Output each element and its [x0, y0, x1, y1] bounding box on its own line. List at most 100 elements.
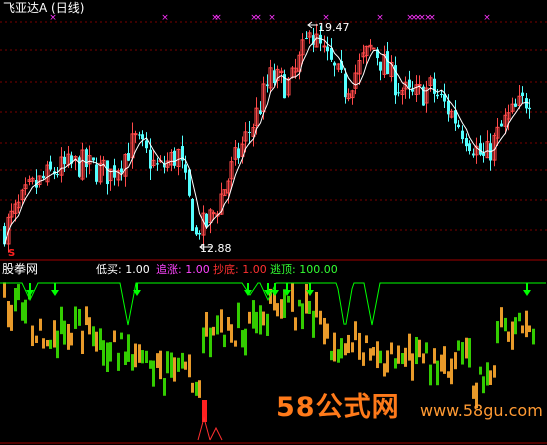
- indicator-bar: [117, 352, 120, 371]
- candle-body-down: [479, 143, 482, 155]
- indicator-bar: [315, 291, 318, 318]
- indicator-bar: [511, 321, 514, 350]
- indicator-bar: [106, 342, 109, 372]
- indicator-bar: [394, 358, 397, 369]
- candle-body-down: [248, 131, 251, 133]
- indicator-bar: [42, 338, 45, 349]
- candle-body-down: [138, 134, 141, 136]
- candle-body-down: [184, 164, 187, 173]
- indicator-bar: [252, 300, 255, 329]
- indicator-bar: [10, 304, 13, 331]
- high-price-annotation: 19.47: [318, 21, 350, 34]
- candle-body-down: [156, 163, 159, 165]
- indicator-bar: [429, 364, 432, 386]
- indicator-bar: [354, 321, 357, 341]
- indicator-bar: [323, 317, 326, 345]
- indicator-bar: [99, 328, 102, 351]
- indicator-bar: [234, 340, 237, 347]
- indicator-bar: [465, 337, 468, 359]
- indicator-bar: [266, 313, 269, 336]
- candle-body-down: [191, 198, 194, 231]
- indicator-bar: [337, 349, 340, 363]
- indicator-bar: [188, 354, 191, 378]
- indicator-bar: [159, 350, 162, 380]
- candle-body-down: [411, 89, 414, 92]
- watermark-brand: 58公式网: [276, 392, 400, 423]
- indicator-bar: [177, 357, 180, 372]
- indicator-bar: [31, 325, 34, 347]
- indicator-bar: [457, 340, 460, 351]
- indicator-bar: [85, 306, 88, 326]
- candle-body-down: [237, 148, 240, 159]
- stock-chart[interactable]: × × ×× ×× × × × ×××××× ×: [0, 0, 547, 445]
- indicator-bar: [454, 352, 457, 370]
- indicator-bar: [181, 352, 184, 369]
- indicator-bar: [262, 311, 265, 326]
- indicator-bar: [166, 351, 169, 374]
- indicator-bar: [482, 376, 485, 394]
- indicator-bar: [195, 381, 198, 396]
- buy-readout: 低买: 1.00: [96, 263, 150, 276]
- candle-body-down: [141, 134, 144, 140]
- indicator-bar: [63, 320, 66, 345]
- candle-body-down: [42, 175, 45, 179]
- indicator-bar: [134, 343, 137, 368]
- signal-marker-x: ×: [161, 13, 169, 23]
- indicator-name: 股拳网: [2, 262, 39, 276]
- signal-marker-x: ×: [254, 13, 262, 23]
- candle-body-down: [120, 168, 123, 173]
- top-value: 100.00: [299, 263, 338, 276]
- indicator-bar: [109, 342, 112, 362]
- candle-body-down: [468, 143, 471, 152]
- indicator-bar: [468, 338, 471, 368]
- candle-body-down: [145, 140, 148, 149]
- indicator-bar: [379, 350, 382, 364]
- indicator-bar: [227, 316, 230, 331]
- indicator-bar: [145, 350, 148, 364]
- candle-body-up: [371, 47, 376, 50]
- indicator-bar: [518, 312, 521, 322]
- indicator-bar: [418, 339, 421, 358]
- indicator-bar: [81, 330, 84, 354]
- indicator-bar: [124, 351, 127, 366]
- candle-body-down: [333, 62, 336, 66]
- candle-body-down: [482, 152, 485, 156]
- candle-body-down: [95, 164, 98, 182]
- indicator-bar: [340, 338, 343, 359]
- indicator-bar: [425, 342, 428, 354]
- indicator-bar: [17, 284, 20, 301]
- buy-label: 低买:: [96, 263, 122, 276]
- indicator-bar: [237, 302, 240, 329]
- bottom-label: 抄底:: [213, 263, 239, 276]
- indicator-bar: [351, 342, 354, 353]
- candle-body-down: [500, 123, 503, 127]
- indicator-bar: [472, 385, 475, 399]
- indicator-bar: [170, 352, 173, 378]
- candle-body-down: [528, 107, 531, 110]
- indicator-bar: [248, 311, 251, 324]
- indicator-bar: [500, 307, 503, 328]
- indicator-bar: [287, 295, 290, 303]
- indicator-bar: [507, 331, 510, 342]
- indicator-bar: [333, 332, 336, 362]
- indicator-bar: [358, 332, 361, 360]
- chart-title: 飞亚达A (日线): [3, 1, 85, 15]
- indicator-bar: [67, 323, 70, 350]
- indicator-bar: [202, 327, 205, 354]
- indicator-bar: [35, 335, 38, 343]
- indicator-bar: [298, 299, 301, 307]
- indicator-bar: [514, 317, 517, 335]
- signal-marker-x: ×: [214, 13, 222, 23]
- indicator-bar: [291, 282, 294, 312]
- indicator-bar: [39, 318, 42, 331]
- candle-body-down: [461, 130, 464, 140]
- indicator-bar: [440, 354, 443, 372]
- candle-body-down: [173, 150, 176, 166]
- candle-body-down: [433, 78, 436, 94]
- indicator-bar: [88, 317, 91, 335]
- candle-body-down: [525, 98, 528, 109]
- indicator-bar: [365, 335, 368, 344]
- indicator-bar: [326, 323, 329, 339]
- indicator-bar: [504, 317, 507, 332]
- indicator-bar: [141, 350, 144, 364]
